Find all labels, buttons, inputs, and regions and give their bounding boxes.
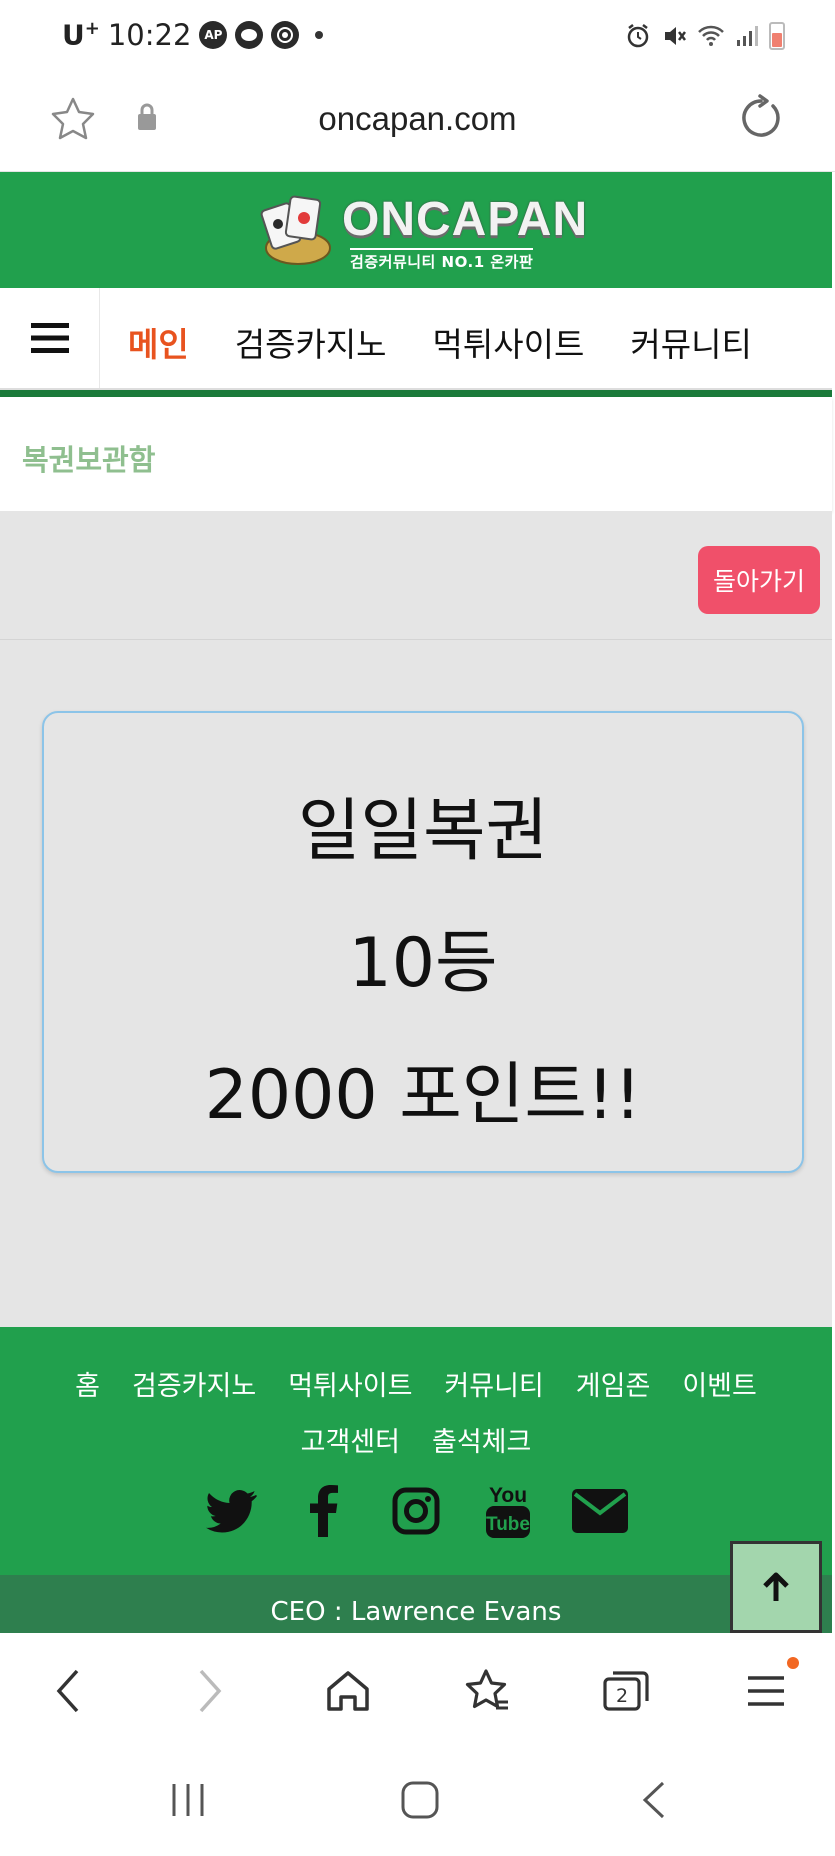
nav-item-scam-sites[interactable]: 먹튀사이트	[433, 318, 585, 366]
home-square-icon	[401, 1781, 439, 1819]
signal-icon	[737, 26, 758, 46]
lottery-rank: 10등	[348, 924, 498, 1003]
menu-notification-dot	[787, 1657, 799, 1669]
wifi-icon	[698, 25, 724, 46]
ceo-text: CEO : Lawrence Evans	[270, 1597, 562, 1627]
page-title: 복권보관함	[22, 443, 156, 477]
site-logo[interactable]: ONCAPAN 검증커뮤니티 NO.1 온카판	[258, 192, 587, 272]
logo-title: ONCAPAN	[342, 193, 589, 246]
main-nav: 메인 검증카지노 먹튀사이트 커뮤니티	[0, 288, 832, 390]
footer-link-community[interactable]: 커뮤니티	[444, 1359, 543, 1415]
footer-link-events[interactable]: 이벤트	[682, 1359, 757, 1415]
url-text[interactable]: oncapan.com	[0, 100, 835, 138]
nav-item-main[interactable]: 메인	[128, 318, 189, 366]
browser-bookmarks-button[interactable]	[458, 1661, 518, 1721]
app-notification-icon: AP	[199, 21, 228, 49]
back-button[interactable]: 돌아가기	[698, 546, 820, 614]
browser-back-button[interactable]	[38, 1661, 98, 1721]
recent-apps-icon	[172, 1784, 204, 1816]
carrier-label: U+	[62, 18, 100, 52]
youtube-icon[interactable]: You Tube	[480, 1483, 536, 1539]
browser-toolbar: 2	[0, 1633, 835, 1745]
svg-text:Tube: Tube	[486, 1514, 530, 1535]
nav-divider	[0, 390, 832, 397]
footer-link-customer-center[interactable]: 고객센터	[301, 1415, 400, 1471]
page-title-panel: 복권보관함	[0, 397, 832, 511]
twitter-icon[interactable]	[204, 1483, 260, 1539]
logo-subtitle: 검증커뮤니티 NO.1 온카판	[350, 248, 534, 272]
nav-item-verified-casino[interactable]: 검증카지노	[235, 318, 387, 366]
back-arrow-icon	[642, 1781, 665, 1819]
lottery-name: 일일복권	[297, 792, 549, 871]
browser-tabs-button[interactable]: 2	[596, 1661, 656, 1721]
browser-menu-button[interactable]	[736, 1661, 796, 1721]
system-navigation-bar	[0, 1745, 835, 1856]
system-back-button[interactable]	[624, 1775, 684, 1825]
status-time: 10:22	[107, 18, 192, 52]
facebook-icon[interactable]	[296, 1483, 352, 1539]
reload-icon[interactable]	[736, 93, 786, 143]
tabs-icon: 2	[603, 1671, 649, 1711]
recent-apps-button[interactable]	[158, 1775, 218, 1825]
svg-text:You: You	[489, 1484, 527, 1507]
site-header: ONCAPAN 검증커뮤니티 NO.1 온카판	[0, 172, 832, 288]
browser-url-bar: oncapan.com	[0, 76, 835, 172]
footer-link-scam-sites[interactable]: 먹튀사이트	[288, 1359, 412, 1415]
browser-home-button[interactable]	[318, 1661, 378, 1721]
bookmarks-star-icon	[465, 1669, 508, 1710]
home-icon	[327, 1671, 369, 1711]
main-content: 돌아가기 일일복권 10등 2000 포인트!!	[0, 511, 832, 1327]
system-home-button[interactable]	[390, 1775, 450, 1825]
footer-company-info: CEO : Lawrence Evans	[0, 1575, 832, 1633]
chrome-notification-icon	[271, 21, 300, 49]
footer-link-game-zone[interactable]: 게임존	[576, 1359, 651, 1415]
footer-link-verified-casino[interactable]: 검증카지노	[132, 1359, 256, 1415]
svg-text:2: 2	[616, 1685, 628, 1707]
scroll-to-top-button[interactable]	[730, 1541, 822, 1633]
footer-link-home[interactable]: 홈	[75, 1359, 100, 1415]
menu-button[interactable]	[0, 288, 100, 388]
chevron-right-icon	[199, 1669, 222, 1713]
battery-icon	[769, 22, 785, 50]
browser-forward-button[interactable]	[180, 1661, 240, 1721]
chevron-left-icon	[56, 1669, 79, 1713]
logo-cards-icon	[260, 195, 331, 265]
content-divider	[0, 639, 832, 640]
footer-links: 홈 검증카지노 먹튀사이트 커뮤니티 게임존 이벤트 고객센터 출석체크	[0, 1359, 832, 1471]
site-footer: 홈 검증카지노 먹튀사이트 커뮤니티 게임존 이벤트 고객센터 출석체크 You Tube	[0, 1327, 832, 1575]
lottery-reward: 2000 포인트!!	[204, 1056, 642, 1135]
instagram-icon[interactable]	[388, 1483, 444, 1539]
alarm-icon	[627, 24, 649, 48]
footer-link-attendance[interactable]: 출석체크	[432, 1415, 531, 1471]
mute-icon	[665, 27, 686, 45]
more-notifications-dot	[315, 31, 324, 39]
social-links: You Tube	[0, 1483, 832, 1539]
chat-notification-icon	[235, 21, 264, 49]
nav-item-community[interactable]: 커뮤니티	[630, 318, 751, 366]
status-bar: U+ 10:22 AP	[0, 0, 835, 76]
menu-icon	[748, 1676, 784, 1706]
lottery-result-card: 일일복권 10등 2000 포인트!!	[42, 711, 804, 1173]
arrow-up-icon	[763, 1572, 789, 1601]
hamburger-icon	[30, 323, 69, 353]
email-icon[interactable]	[572, 1483, 628, 1539]
